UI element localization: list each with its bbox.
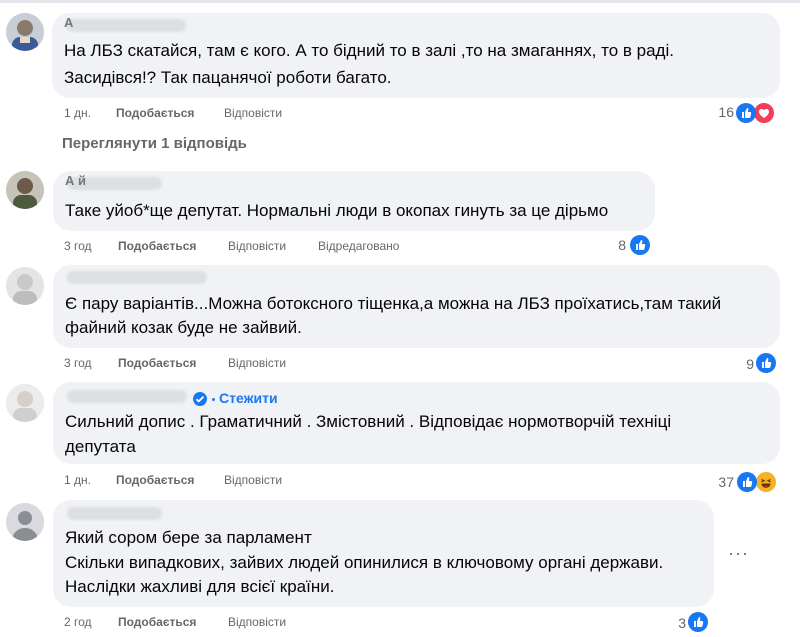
comment-text-line: Сильний допис . Граматичний . Змістовний… [65, 412, 672, 431]
comment-time[interactable]: 1 дн. [64, 473, 91, 487]
reply-button[interactable]: Відповісти [228, 356, 286, 370]
reply-button[interactable]: Відповісти [228, 239, 286, 253]
comment-bubble: Який сором бере за парламент Скільки вип… [53, 500, 714, 607]
comment-text-line: Наслідки жахливі для всієї країни. [65, 577, 335, 596]
comment-time[interactable]: 1 дн. [64, 106, 91, 120]
view-replies-link[interactable]: Переглянути 1 відповідь [62, 135, 247, 152]
author-name-redacted[interactable] [67, 390, 187, 403]
like-button[interactable]: Подобається [118, 239, 196, 253]
avatar[interactable] [6, 171, 44, 209]
comment-bubble: А На ЛБЗ скатайся, там є кого. А то бідн… [52, 13, 780, 98]
author-name-partial: А [64, 15, 74, 30]
separator-dot [212, 398, 215, 401]
comment-text-line: Таке уйоб*ще депутат. Нормальні люди в о… [65, 201, 609, 220]
author-name-redacted[interactable] [67, 271, 207, 284]
reply-button[interactable]: Відповісти [228, 615, 286, 629]
verified-badge-icon [193, 392, 207, 406]
follow-button[interactable]: Стежити [219, 390, 278, 406]
like-icon [736, 103, 756, 123]
like-icon [756, 353, 776, 373]
reaction-count[interactable]: 8 [604, 237, 626, 253]
like-button[interactable]: Подобається [118, 615, 196, 629]
reaction-count[interactable]: 37 [710, 474, 734, 490]
comment-text-line: Скільки випадкових, зайвих людей опинили… [65, 553, 664, 572]
reaction-count[interactable]: 16 [712, 104, 734, 120]
reaction-count[interactable]: 3 [664, 615, 686, 631]
comment-bubble: Є пару варіантів...Можна ботоксного тіще… [53, 265, 780, 348]
avatar[interactable] [6, 13, 44, 51]
reply-button[interactable]: Відповісти [224, 473, 282, 487]
comment-text-line: Є пару варіантів...Можна ботоксного тіще… [65, 294, 722, 313]
comment-actions: 3 год Подобається Відповісти Відредагова… [64, 239, 464, 255]
comment-time[interactable]: 3 год [64, 356, 92, 370]
avatar[interactable] [6, 384, 44, 422]
comment-time[interactable]: 3 год [64, 239, 92, 253]
like-icon [630, 235, 650, 255]
comment-actions: 3 год Подобається Відповісти [64, 356, 364, 372]
more-options-icon[interactable]: ··· [728, 543, 749, 564]
author-name-partial: А й [65, 173, 86, 188]
comment-actions: 1 дн. Подобається Відповісти [64, 473, 364, 489]
comment-actions: 2 год Подобається Відповісти [64, 615, 364, 631]
like-icon [688, 612, 708, 632]
top-divider [0, 0, 800, 3]
comment-actions: 1 дн. Подобається Відповісти [64, 106, 364, 122]
comment-bubble: А й Таке уйоб*ще депутат. Нормальні люди… [53, 171, 655, 231]
edited-label[interactable]: Відредаговано [318, 239, 399, 253]
comment-time[interactable]: 2 год [64, 615, 92, 629]
like-button[interactable]: Подобається [118, 356, 196, 370]
reaction-count[interactable]: 9 [730, 356, 754, 372]
avatar[interactable] [6, 267, 44, 305]
author-name-redacted[interactable] [67, 507, 162, 520]
comment-bubble: Стежити Сильний допис . Граматичний . Зм… [53, 382, 780, 464]
author-name-redacted[interactable] [66, 19, 186, 32]
avatar[interactable] [6, 503, 44, 541]
comment-text-line: Засидівся!? Так пацанячої роботи багато. [64, 68, 392, 87]
comment-text-line: Який сором бере за парламент [65, 528, 312, 547]
comment-text-line: депутата [65, 437, 136, 456]
like-icon [737, 472, 757, 492]
like-button[interactable]: Подобається [116, 106, 194, 120]
haha-icon [754, 470, 778, 494]
like-button[interactable]: Подобається [116, 473, 194, 487]
reply-button[interactable]: Відповісти [224, 106, 282, 120]
comment-text-line: На ЛБЗ скатайся, там є кого. А то бідний… [64, 41, 674, 60]
comment-text-line: файний козак буде не зайвий. [65, 318, 302, 337]
